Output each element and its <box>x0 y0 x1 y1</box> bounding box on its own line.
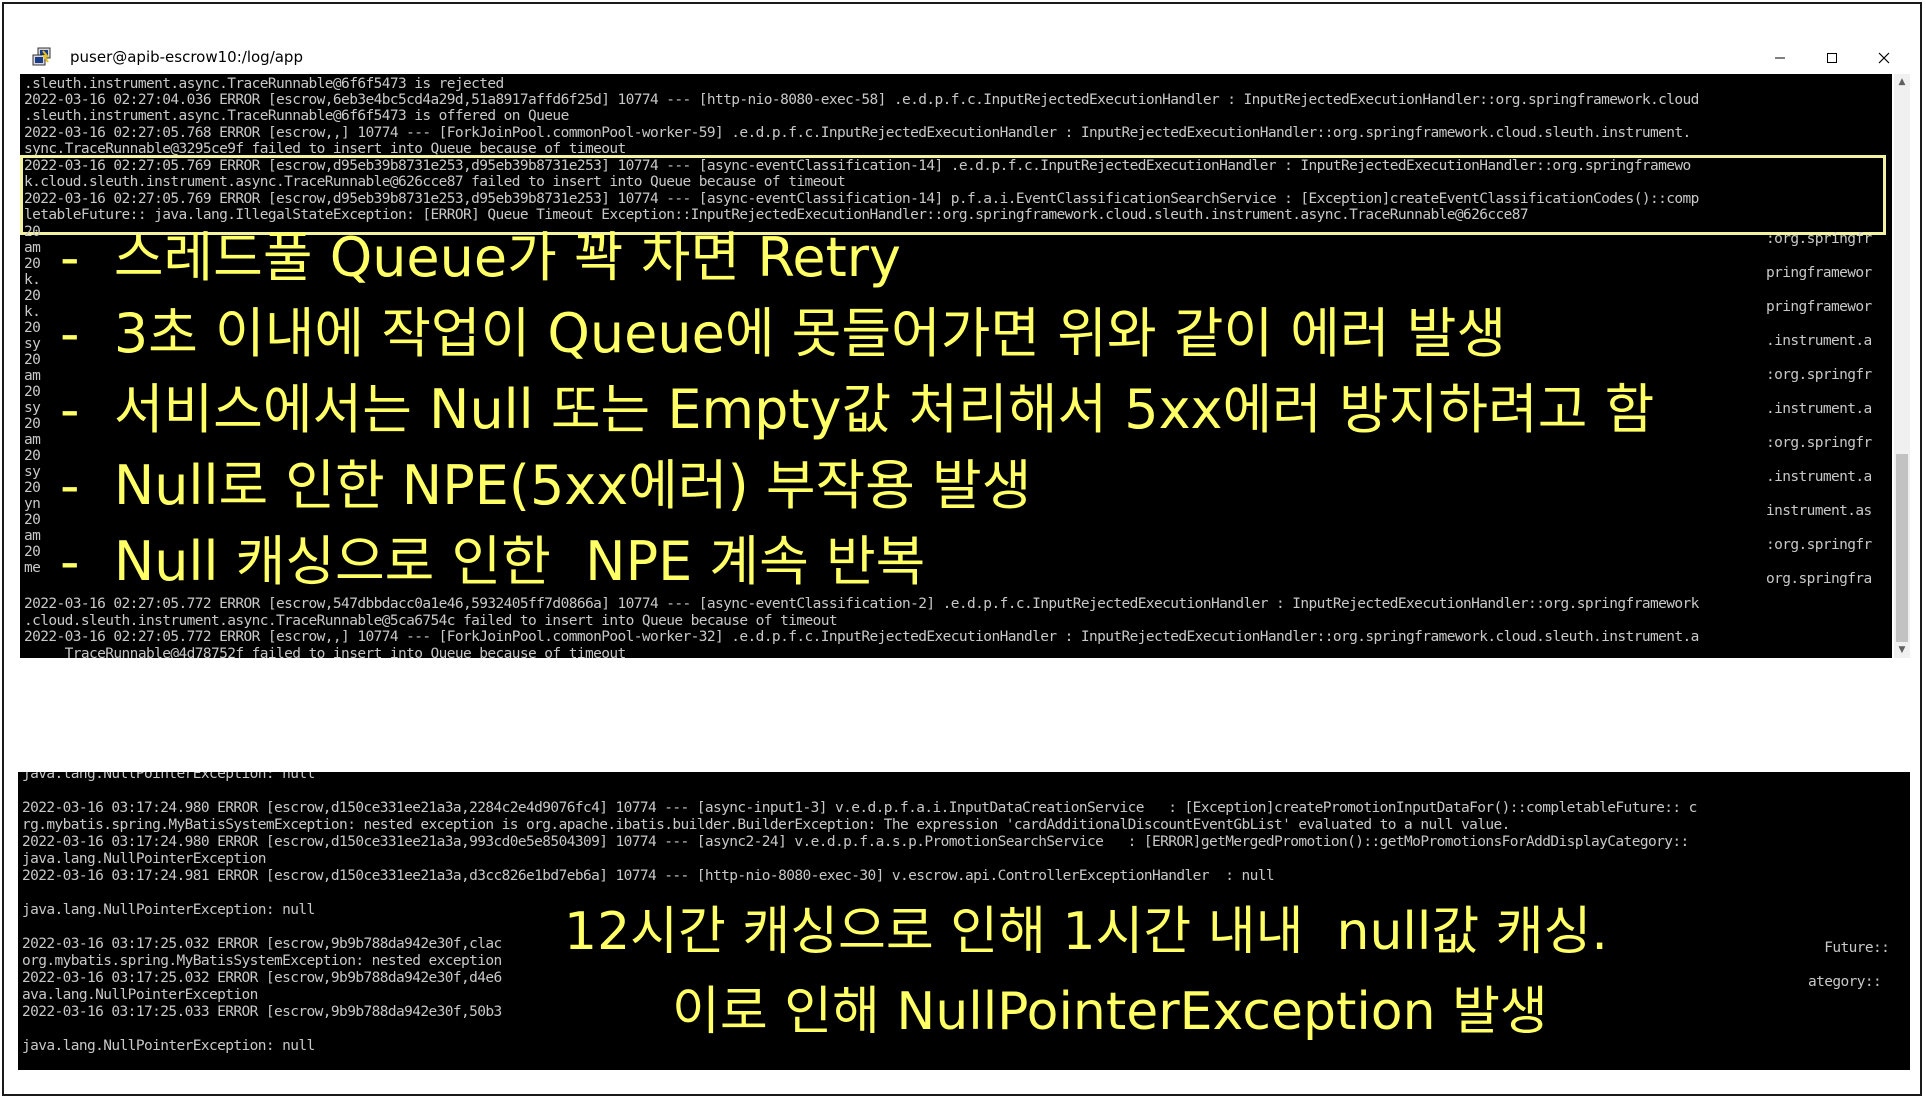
log-line: java.lang.NullPointerException: null <box>22 902 315 918</box>
annotation-note: 12시간 캐싱으로 인해 1시간 내내 null값 캐싱. <box>564 902 1824 962</box>
log-line: 2022-03-16 02:27:05.768 ERROR [escrow,,]… <box>24 125 1691 141</box>
log-line: 2022-03-16 03:17:25.032 ERROR [escrow,9b… <box>22 936 502 952</box>
log-fragment: .instrument.a <box>1766 469 1872 485</box>
annotation-note: 이로 인해 NullPointerException 발생 <box>672 982 1548 1042</box>
log-fragment: :org.springfr <box>1766 367 1872 383</box>
log-fragment: :org.springfr <box>1766 231 1872 247</box>
log-fragment: ategory:: <box>1808 974 1882 990</box>
annotation-note: - 서비스에서는 Null 또는 Empty값 처리해서 5xx에러 방지하려고… <box>60 378 1655 441</box>
log-fragment: 20 <box>24 544 41 560</box>
log-fragment: am <box>24 432 41 448</box>
log-fragment: sy <box>24 336 41 352</box>
log-fragment: am <box>24 368 41 384</box>
log-line: rg.mybatis.spring.MyBatisSystemException… <box>22 817 1510 833</box>
log-line: 2022-03-16 03:17:24.981 ERROR [escrow,d1… <box>22 868 1275 884</box>
annotation-note: - Null 캐싱으로 인한 NPE 계속 반복 <box>60 530 926 593</box>
log-fragment: .instrument.a <box>1766 333 1872 349</box>
annotation-note: - 3초 이내에 작업이 Queue에 못들어가면 위와 같이 에러 발생 <box>60 302 1507 365</box>
log-line: org.mybatis.spring.MyBatisSystemExceptio… <box>22 953 502 969</box>
log-fragment: 20 <box>24 384 41 400</box>
window-titlebar[interactable]: puser@apib-escrow10:/log/app <box>18 40 1910 74</box>
log-fragment: me <box>24 560 41 576</box>
log-fragment: 20 <box>24 448 41 464</box>
log-fragment: yn <box>24 496 41 512</box>
log-fragment: 20 <box>24 416 41 432</box>
log-line: java.lang.NullPointerException <box>22 851 267 867</box>
log-fragment: :org.springfr <box>1766 537 1872 553</box>
vertical-scrollbar[interactable]: ▲ ▼ <box>1894 74 1910 658</box>
log-line: 2022-03-16 03:17:24.980 ERROR [escrow,d1… <box>22 800 1697 816</box>
log-fragment: instrument.as <box>1766 503 1872 519</box>
log-fragment: 20 <box>24 256 41 272</box>
maximize-button[interactable] <box>1806 43 1858 73</box>
window-title: puser@apib-escrow10:/log/app <box>70 48 303 66</box>
log-line: ava.lang.NullPointerException <box>22 987 258 1003</box>
log-fragment: :org.springfr <box>1766 435 1872 451</box>
log-fragment: 20 <box>24 224 41 240</box>
log-fragment: pringframewor <box>1766 265 1872 281</box>
scroll-up-icon[interactable]: ▲ <box>1894 74 1910 90</box>
log-fragment: org.springfra <box>1766 571 1872 587</box>
log-line: 2022-03-16 02:27:05.772 ERROR [escrow,54… <box>24 596 1699 612</box>
highlight-box <box>20 155 1886 235</box>
log-fragment: .instrument.a <box>1766 401 1872 417</box>
minimize-icon <box>1775 57 1785 59</box>
log-line: .cloud.sleuth.instrument.async.TraceRunn… <box>24 613 838 629</box>
log-fragment: 20 <box>24 480 41 496</box>
log-fragment: k. <box>24 272 41 288</box>
log-line: .sleuth.instrument.async.TraceRunnable@6… <box>24 76 504 92</box>
log-line: 2022-03-16 03:17:24.980 ERROR [escrow,d1… <box>22 834 1689 850</box>
log-fragment: 20 <box>24 512 41 528</box>
scrollbar-thumb[interactable] <box>1896 454 1908 642</box>
log-line: java.lang.NullPointerException: null <box>22 1038 315 1054</box>
log-line: 2022-03-16 02:27:04.036 ERROR [escrow,6e… <box>24 92 1699 108</box>
maximize-icon <box>1827 53 1837 63</box>
log-fragment: 20 <box>24 288 41 304</box>
annotation-note: - 스레드풀 Queue가 꽉 차면 Retry <box>60 226 901 289</box>
log-line: 2022-03-16 02:27:05.772 ERROR [escrow,,]… <box>24 629 1699 645</box>
scroll-down-icon[interactable]: ▼ <box>1894 642 1910 658</box>
log-fragment: am <box>24 528 41 544</box>
terminal-output[interactable]: .sleuth.instrument.async.TraceRunnable@6… <box>20 74 1892 658</box>
log-line: TraceRunnable@4d78752f failed to insert … <box>24 646 627 658</box>
close-button[interactable] <box>1858 43 1910 73</box>
putty-icon <box>32 47 51 66</box>
terminal-output-2[interactable]: java.lang.NullPointerException: null 202… <box>18 772 1910 1070</box>
log-line: 2022-03-16 03:17:25.033 ERROR [escrow,9b… <box>22 1004 502 1020</box>
log-line: java.lang.NullPointerException: null <box>22 772 315 782</box>
log-fragment: sy <box>24 400 41 416</box>
annotation-note: - Null로 인한 NPE(5xx에러) 부작용 발생 <box>60 454 1032 517</box>
minimize-button[interactable] <box>1754 43 1806 73</box>
close-icon <box>1878 52 1890 64</box>
log-line: .sleuth.instrument.async.TraceRunnable@6… <box>24 108 569 124</box>
log-fragment: 20 <box>24 352 41 368</box>
log-fragment: k. <box>24 304 41 320</box>
log-fragment: pringframewor <box>1766 299 1872 315</box>
terminal-window: puser@apib-escrow10:/log/app .sleuth.ins… <box>18 40 1910 660</box>
log-fragment: am <box>24 240 41 256</box>
log-fragment: sy <box>24 464 41 480</box>
log-line: 2022-03-16 03:17:25.032 ERROR [escrow,9b… <box>22 970 502 986</box>
log-fragment: 20 <box>24 320 41 336</box>
